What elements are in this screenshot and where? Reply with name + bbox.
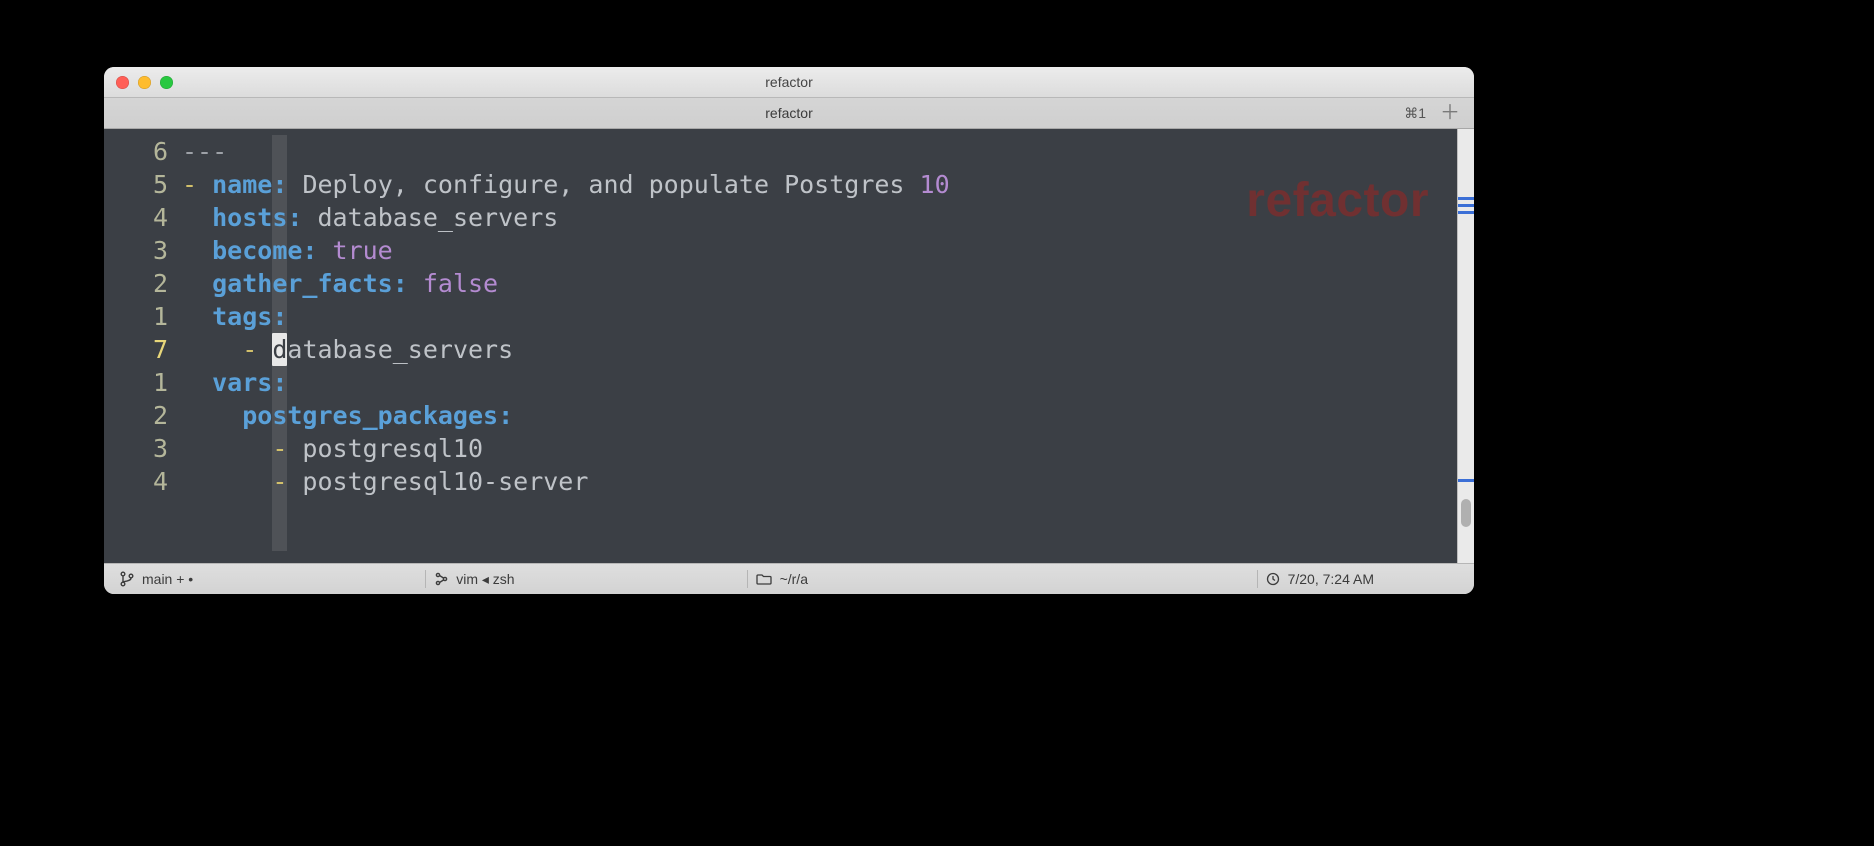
gutter-num: 4 — [104, 201, 182, 234]
status-time: 7/20, 7:24 AM — [1241, 564, 1474, 594]
minimize-icon[interactable] — [138, 76, 151, 89]
status-path[interactable]: ~/r/a — [731, 564, 824, 594]
process-label: vim ◂ zsh — [456, 571, 514, 588]
tab-title[interactable]: refactor — [104, 105, 1474, 121]
scrollbar[interactable] — [1457, 129, 1474, 563]
cursor: d — [272, 333, 287, 366]
separator — [1257, 570, 1258, 588]
status-process[interactable]: vim ◂ zsh — [409, 564, 530, 594]
branch-icon — [120, 571, 134, 587]
time-label: 7/20, 7:24 AM — [1288, 571, 1374, 587]
folder-icon — [756, 573, 772, 585]
gutter-num: 1 — [104, 366, 182, 399]
branch-label: main + • — [142, 571, 193, 587]
tab-bar: refactor ⌘1 ＋ — [104, 98, 1474, 129]
gutter-num: 2 — [104, 399, 182, 432]
traffic-lights — [104, 76, 173, 89]
separator — [747, 570, 748, 588]
code-text: --- — [182, 137, 227, 166]
gutter-num: 3 — [104, 432, 182, 465]
path-label: ~/r/a — [780, 571, 808, 587]
gutter-num-current: 7 — [104, 333, 182, 366]
terminal-window: refactor refactor ⌘1 ＋ refactor 6--- 5- … — [104, 67, 1474, 594]
titlebar: refactor — [104, 67, 1474, 98]
close-icon[interactable] — [116, 76, 129, 89]
new-tab-button[interactable]: ＋ — [1436, 103, 1464, 123]
code-editor[interactable]: refactor 6--- 5- name: Deploy, configure… — [104, 129, 1457, 563]
process-icon — [434, 572, 448, 586]
gutter-num: 2 — [104, 267, 182, 300]
separator — [425, 570, 426, 588]
status-bar: main + • vim ◂ zsh ~/r/a — [104, 563, 1474, 594]
scrollbar-mark — [1458, 197, 1474, 200]
editor-pane: refactor 6--- 5- name: Deploy, configure… — [104, 129, 1474, 563]
gutter-num: 1 — [104, 300, 182, 333]
gutter-num: 4 — [104, 465, 182, 498]
tab-shortcut-label: ⌘1 — [1404, 105, 1426, 122]
scrollbar-thumb[interactable] — [1461, 499, 1471, 527]
gutter-num: 5 — [104, 168, 182, 201]
scrollbar-mark — [1458, 479, 1474, 482]
clock-icon — [1266, 572, 1280, 586]
window-title: refactor — [104, 74, 1474, 90]
zoom-icon[interactable] — [160, 76, 173, 89]
gutter-num: 6 — [104, 135, 182, 168]
status-branch[interactable]: main + • — [104, 564, 209, 594]
gutter-num: 3 — [104, 234, 182, 267]
scrollbar-mark — [1458, 204, 1474, 207]
scrollbar-mark — [1458, 211, 1474, 214]
